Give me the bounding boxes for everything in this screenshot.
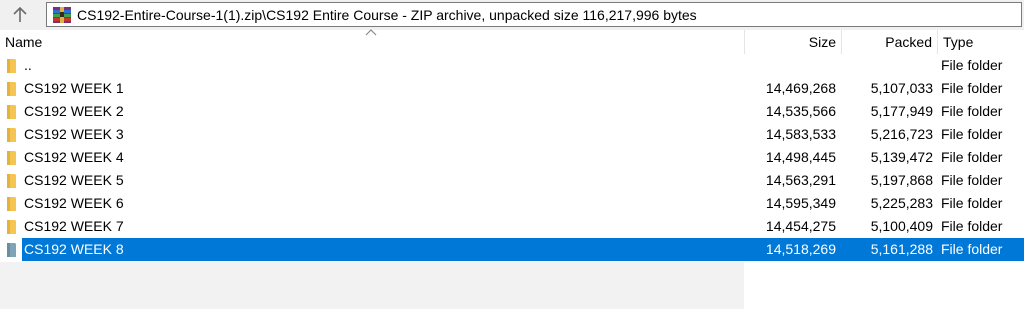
row-type: File folder: [941, 218, 1003, 234]
row-type: File folder: [941, 80, 1003, 96]
row-packed: 5,161,288: [870, 241, 933, 257]
row-type: File folder: [941, 241, 1003, 257]
column-header-type[interactable]: Type: [937, 30, 1024, 54]
row-type: File folder: [941, 195, 1003, 211]
table-row[interactable]: CS192 WEEK 3 14,583,533 5,216,723 File fold…: [0, 123, 1024, 146]
folder-icon: [6, 77, 20, 100]
empty-list-area[interactable]: [0, 262, 744, 309]
table-row[interactable]: CS192 WEEK 8 14,518,269 5,161,288 File fold…: [0, 238, 1024, 261]
winrar-archive-icon: [53, 6, 71, 23]
column-header: Name Size Packed Type: [0, 29, 1024, 54]
row-name: CS192 WEEK 8: [24, 241, 124, 257]
row-name: ..: [24, 57, 32, 73]
row-packed: 5,107,033: [870, 80, 933, 96]
row-type: File folder: [941, 149, 1003, 165]
table-row[interactable]: CS192 WEEK 6 14,595,349 5,225,283 File fold…: [0, 192, 1024, 215]
row-size: 14,498,445: [765, 149, 836, 165]
row-packed: 5,100,409: [870, 218, 933, 234]
address-path: CS192-Entire-Course-1(1).zip\CS192 Entir…: [77, 6, 697, 23]
row-name: CS192 WEEK 6: [24, 195, 124, 211]
table-row[interactable]: CS192 WEEK 1 14,469,268 5,107,033 File fold…: [0, 77, 1024, 100]
row-type: File folder: [941, 57, 1003, 73]
row-packed: 5,216,723: [870, 126, 933, 142]
row-name: CS192 WEEK 3: [24, 126, 124, 142]
row-size: 14,595,349: [765, 195, 836, 211]
row-name: CS192 WEEK 4: [24, 149, 124, 165]
folder-icon: [6, 123, 20, 146]
up-arrow-icon: [13, 7, 27, 22]
row-size: 14,583,533: [765, 126, 836, 142]
row-name: CS192 WEEK 7: [24, 218, 124, 234]
row-size: 14,518,269: [765, 241, 836, 257]
row-packed: 5,197,868: [870, 172, 933, 188]
column-header-size[interactable]: Size: [744, 30, 841, 54]
folder-icon: [6, 100, 20, 123]
row-size: 14,563,291: [765, 172, 836, 188]
folder-icon: [6, 146, 20, 169]
row-size: [744, 54, 836, 77]
row-packed: 5,139,472: [870, 149, 933, 165]
row-packed: [841, 54, 933, 77]
row-size: 14,535,566: [765, 103, 836, 119]
table-row[interactable]: CS192 WEEK 2 14,535,566 5,177,949 File fold…: [0, 100, 1024, 123]
row-type: File folder: [941, 126, 1003, 142]
folder-icon: [6, 238, 20, 261]
column-header-type-label: Type: [943, 34, 974, 50]
row-name: CS192 WEEK 1: [24, 80, 124, 96]
column-header-packed[interactable]: Packed: [841, 30, 937, 54]
row-type: File folder: [941, 172, 1003, 188]
folder-icon: [6, 169, 20, 192]
folder-icon: [6, 54, 20, 77]
address-field[interactable]: CS192-Entire-Course-1(1).zip\CS192 Entir…: [46, 2, 1022, 27]
row-packed: 5,225,283: [870, 195, 933, 211]
row-name: CS192 WEEK 5: [24, 172, 124, 188]
row-packed: 5,177,949: [870, 103, 933, 119]
row-size: 14,454,275: [765, 218, 836, 234]
table-row[interactable]: CS192 WEEK 4 14,498,445 5,139,472 File fold…: [0, 146, 1024, 169]
row-type: File folder: [941, 103, 1003, 119]
up-button[interactable]: [6, 3, 34, 27]
table-row[interactable]: CS192 WEEK 5 14,563,291 5,197,868 File fold…: [0, 169, 1024, 192]
column-header-size-label: Size: [808, 34, 836, 50]
address-bar-row: CS192-Entire-Course-1(1).zip\CS192 Entir…: [0, 0, 1024, 30]
table-row[interactable]: CS192 WEEK 7 14,454,275 5,100,409 File fold…: [0, 215, 1024, 238]
column-header-packed-label: Packed: [885, 34, 932, 50]
file-list[interactable]: Name Size Packed Type .. File folder CS192…: [0, 29, 1024, 309]
row-size: 14,469,268: [765, 80, 836, 96]
sort-ascending-icon: [365, 29, 377, 36]
table-row[interactable]: .. File folder: [0, 54, 1024, 77]
row-name: CS192 WEEK 2: [24, 103, 124, 119]
folder-icon: [6, 192, 20, 215]
empty-list-area-right[interactable]: [744, 262, 1024, 309]
column-header-name-label: Name: [5, 34, 43, 50]
folder-icon: [6, 215, 20, 238]
column-header-name[interactable]: Name: [0, 29, 744, 54]
